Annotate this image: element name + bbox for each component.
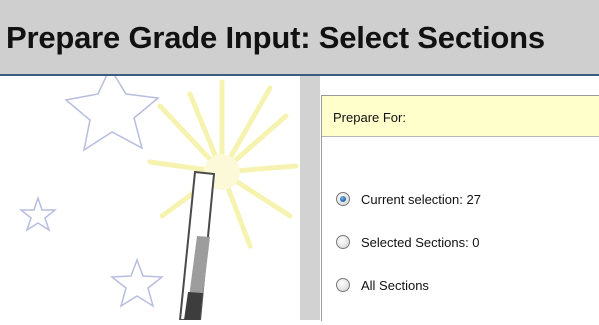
option-label: Selected Sections: 0 <box>361 234 480 250</box>
page-header: Prepare Grade Input: Select Sections <box>0 0 599 76</box>
option-all-sections[interactable]: All Sections <box>336 274 429 296</box>
page-title: Prepare Grade Input: Select Sections <box>6 20 545 55</box>
panel-header: Prepare For: <box>322 96 599 137</box>
option-current-selection[interactable]: Current selection: 27 <box>336 188 481 210</box>
radio-selected-sections[interactable] <box>336 235 350 249</box>
option-label: Current selection: 27 <box>361 191 481 207</box>
option-selected-sections[interactable]: Selected Sections: 0 <box>336 231 480 253</box>
radio-all-sections[interactable] <box>336 278 350 292</box>
prepare-for-label: Prepare For: <box>333 110 406 125</box>
radio-current-selection[interactable] <box>336 192 350 206</box>
magic-wand-illustration <box>0 66 300 321</box>
option-label: All Sections <box>361 277 429 293</box>
prepare-for-panel: Prepare For: Current selection: 27 Selec… <box>321 95 599 321</box>
wand-icon <box>178 170 216 321</box>
panel-divider <box>300 76 320 320</box>
magic-wand-icon <box>18 66 299 321</box>
starburst-icon <box>147 79 299 249</box>
star-outline-icon <box>18 66 165 308</box>
